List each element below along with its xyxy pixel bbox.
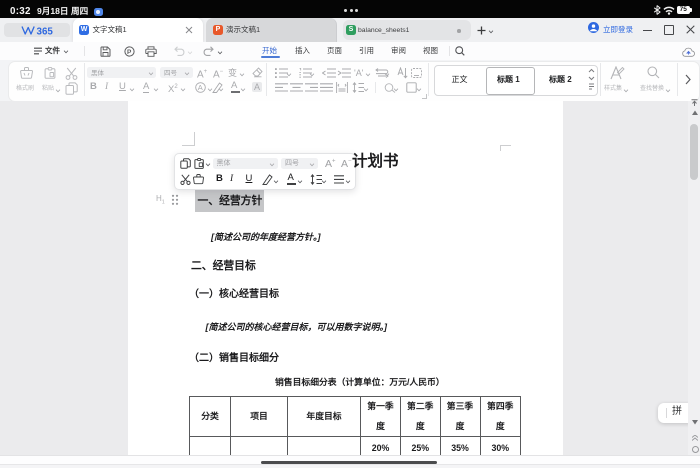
svg-text:A: A — [198, 83, 203, 92]
svg-text:365: 365 — [37, 26, 54, 36]
svg-text:P: P — [127, 49, 132, 56]
